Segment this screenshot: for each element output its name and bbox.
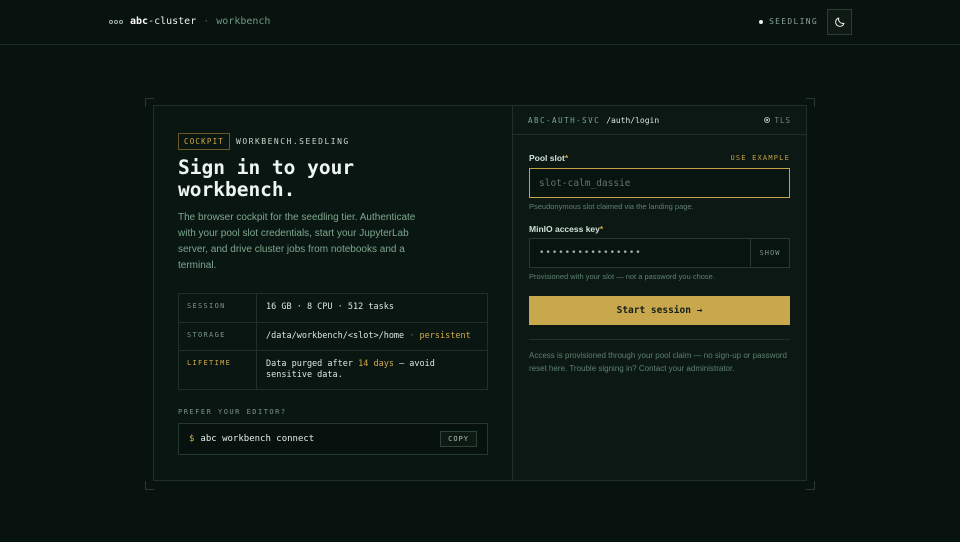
- page-title: Sign in to your workbench.: [178, 156, 355, 201]
- required-mark: *: [564, 153, 569, 163]
- tls-label: TLS: [774, 115, 791, 125]
- access-key-label-text: MinIO access key: [529, 224, 600, 234]
- brand-name-bold: abc: [130, 16, 149, 27]
- frame-corner: [806, 98, 815, 107]
- spec-row-session: SESSION 16 GB · 8 CPU · 512 tasks: [179, 294, 487, 323]
- pool-slot-label-text: Pool slot: [529, 153, 565, 163]
- editor-label: PREFER YOUR EDITOR?: [178, 408, 287, 416]
- brand-name: abc-cluster: [130, 16, 196, 27]
- tier-badge: SEEDLING: [759, 17, 818, 26]
- spec-row-storage: STORAGE /data/workbench/<slot>/home · pe…: [179, 323, 487, 351]
- spec-key: LIFETIME: [179, 351, 257, 389]
- command-prompt: $: [189, 434, 195, 444]
- brand-name-rest: -cluster: [148, 16, 197, 27]
- pool-slot-hint: Pseudonymous slot claimed via the landin…: [529, 202, 694, 211]
- divider: [529, 339, 790, 340]
- start-session-button[interactable]: Start session →: [529, 296, 790, 325]
- command-text[interactable]: abc workbench connect: [200, 434, 440, 444]
- storage-path: /data/workbench/<slot>/home: [266, 331, 405, 341]
- tls-indicator: TLS: [764, 116, 791, 125]
- service-name: ABC-AUTH-SVC: [528, 115, 601, 125]
- spec-value: /data/workbench/<slot>/home · persistent: [257, 323, 487, 350]
- frame-corner: [145, 481, 154, 490]
- login-card: COCKPIT WORKBENCH.SEEDLING Sign in to yo…: [153, 105, 807, 481]
- pool-slot-input[interactable]: [529, 168, 790, 198]
- cluster-logo-icon: [109, 19, 123, 24]
- brand-separator: ·: [203, 16, 210, 27]
- pool-slot-label: Pool slot*: [529, 153, 568, 163]
- eyebrow-text: WORKBENCH.SEEDLING: [236, 137, 350, 146]
- page-description: The browser cockpit for the seedling tie…: [178, 212, 416, 271]
- lifetime-highlight: 14 days: [358, 359, 394, 369]
- cockpit-tag: COCKPIT: [178, 133, 231, 150]
- eyebrow: COCKPIT WORKBENCH.SEEDLING: [178, 133, 350, 150]
- spec-row-lifetime: LIFETIME Data purged after 14 days — avo…: [179, 351, 487, 389]
- frame-corner: [806, 481, 815, 490]
- spec-table: SESSION 16 GB · 8 CPU · 512 tasks STORAG…: [178, 293, 488, 390]
- access-key-hint: Provisioned with your slot — not a passw…: [529, 272, 715, 281]
- access-footnote: Access is provisioned through your pool …: [529, 351, 787, 373]
- spec-key: SESSION: [179, 294, 257, 322]
- spec-value: Data purged after 14 days — avoid sensit…: [257, 351, 487, 389]
- endpoint-path: /auth/login: [606, 115, 660, 125]
- command-box: $ abc workbench connect COPY: [178, 423, 488, 455]
- brand-subtitle: workbench: [216, 16, 271, 27]
- theme-toggle-button[interactable]: [827, 9, 852, 35]
- intro-panel: COCKPIT WORKBENCH.SEEDLING Sign in to yo…: [154, 106, 513, 480]
- storage-separator: ·: [404, 331, 420, 341]
- access-key-field: SHOW: [529, 238, 790, 268]
- tls-icon: [764, 117, 771, 123]
- login-form-panel: ABC-AUTH-SVC /auth/login TLS Pool slot* …: [513, 106, 806, 480]
- storage-persistent: persistent: [419, 331, 471, 341]
- endpoint-bar: ABC-AUTH-SVC /auth/login TLS: [513, 106, 806, 135]
- access-key-input[interactable]: [530, 239, 750, 267]
- lifetime-before: Data purged after: [266, 359, 359, 369]
- use-example-link[interactable]: USE EXAMPLE: [730, 154, 790, 162]
- spec-key: STORAGE: [179, 323, 257, 350]
- top-bar: abc-cluster · workbench SEEDLING: [0, 0, 960, 45]
- tier-label: SEEDLING: [769, 17, 818, 26]
- required-mark: *: [599, 224, 604, 234]
- show-key-button[interactable]: SHOW: [750, 239, 789, 267]
- spec-value: 16 GB · 8 CPU · 512 tasks: [266, 302, 394, 312]
- brand[interactable]: abc-cluster · workbench: [109, 16, 270, 27]
- access-key-label: MinIO access key*: [529, 224, 603, 234]
- status-dot-icon: [759, 19, 764, 24]
- copy-button[interactable]: COPY: [440, 431, 477, 447]
- moon-icon: [834, 17, 844, 27]
